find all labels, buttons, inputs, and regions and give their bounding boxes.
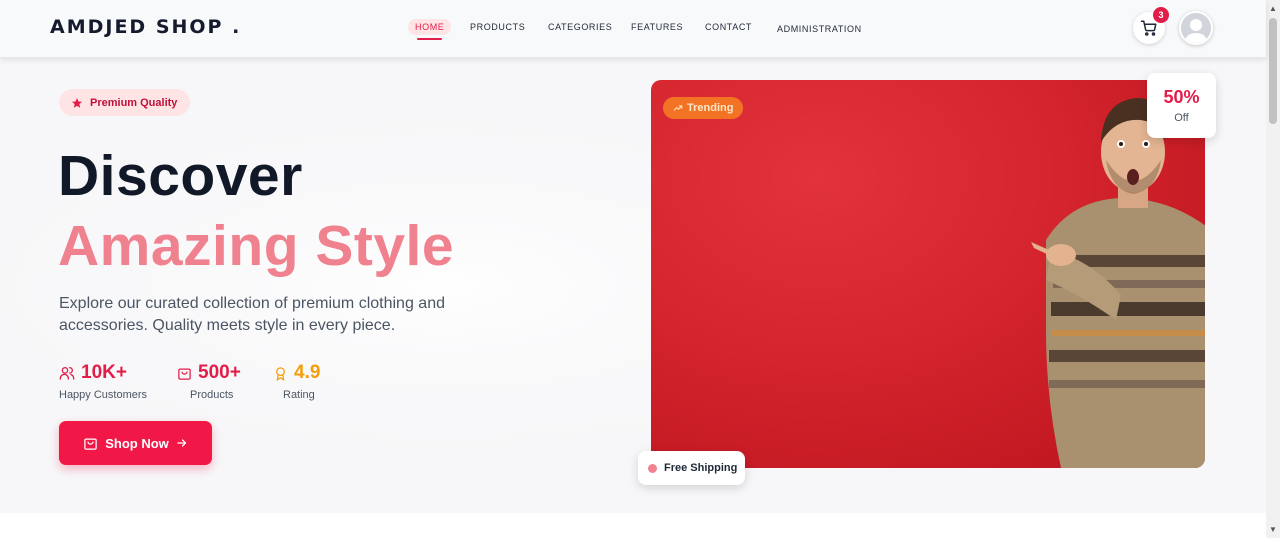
hero-image — [651, 80, 1205, 468]
stat-products: 500+ Products — [177, 362, 241, 401]
shop-now-button[interactable]: Shop Now — [59, 421, 212, 465]
users-icon — [59, 367, 75, 380]
arrow-right-icon — [177, 439, 186, 447]
shopping-bag-icon — [178, 368, 191, 380]
shopping-bag-icon — [84, 438, 97, 450]
nav-contact[interactable]: CONTACT — [705, 22, 752, 32]
next-section — [0, 513, 1266, 538]
nav-home[interactable]: HOME — [408, 19, 452, 40]
page-scrollbar[interactable]: ▲ ▼ — [1266, 0, 1280, 538]
shop-now-label: Shop Now — [105, 435, 169, 451]
user-avatar[interactable] — [1179, 11, 1213, 45]
award-icon — [276, 366, 285, 381]
trending-up-icon — [673, 105, 683, 111]
stat-rating: 4.9 Rating — [273, 362, 320, 401]
stat-customers-label: Happy Customers — [59, 389, 148, 401]
stat-customers-value: 10K+ — [81, 362, 127, 383]
scroll-down-arrow-icon[interactable]: ▼ — [1269, 525, 1277, 534]
main-nav: HOME PRODUCTS CATEGORIES FEATURES CONTAC… — [0, 0, 1266, 58]
free-shipping-card: Free Shipping — [638, 451, 745, 485]
trending-badge: Trending — [663, 97, 744, 119]
star-icon — [72, 97, 82, 108]
scroll-thumb[interactable] — [1269, 18, 1277, 124]
stat-products-value: 500+ — [198, 362, 241, 383]
hero-description: Explore our curated collection of premiu… — [59, 295, 445, 334]
nav-products[interactable]: PRODUCTS — [470, 22, 525, 32]
trending-label: Trending — [687, 102, 734, 114]
discount-card: 50% Off — [1147, 73, 1216, 138]
scroll-up-arrow-icon[interactable]: ▲ — [1269, 4, 1277, 13]
user-avatar-icon — [1181, 13, 1211, 43]
status-dot — [648, 463, 657, 473]
model-photo — [1031, 98, 1205, 468]
nav-features[interactable]: FEATURES — [631, 22, 683, 32]
free-shipping-label: Free Shipping — [664, 462, 738, 474]
hero-title-highlight: Amazing Style — [58, 214, 455, 278]
cart-icon — [1140, 20, 1157, 36]
stat-products-label: Products — [190, 389, 234, 401]
nav-administration[interactable]: ADMINISTRATION — [777, 24, 862, 34]
stat-rating-label: Rating — [283, 389, 315, 401]
premium-quality-badge: Premium Quality — [59, 89, 191, 116]
premium-quality-label: Premium Quality — [90, 96, 178, 109]
stat-rating-value: 4.9 — [294, 362, 321, 383]
stat-customers: 10K+ Happy Customers — [59, 362, 147, 401]
hero-title: Discover — [58, 144, 303, 208]
discount-value: 50% — [1163, 87, 1200, 107]
top-navbar: AMDJED SHOP . HOME PRODUCTS CATEGORIES F… — [0, 0, 1266, 58]
cart-count-badge: 3 — [1153, 7, 1169, 23]
nav-categories[interactable]: CATEGORIES — [548, 22, 612, 32]
discount-label: Off — [1174, 112, 1189, 124]
